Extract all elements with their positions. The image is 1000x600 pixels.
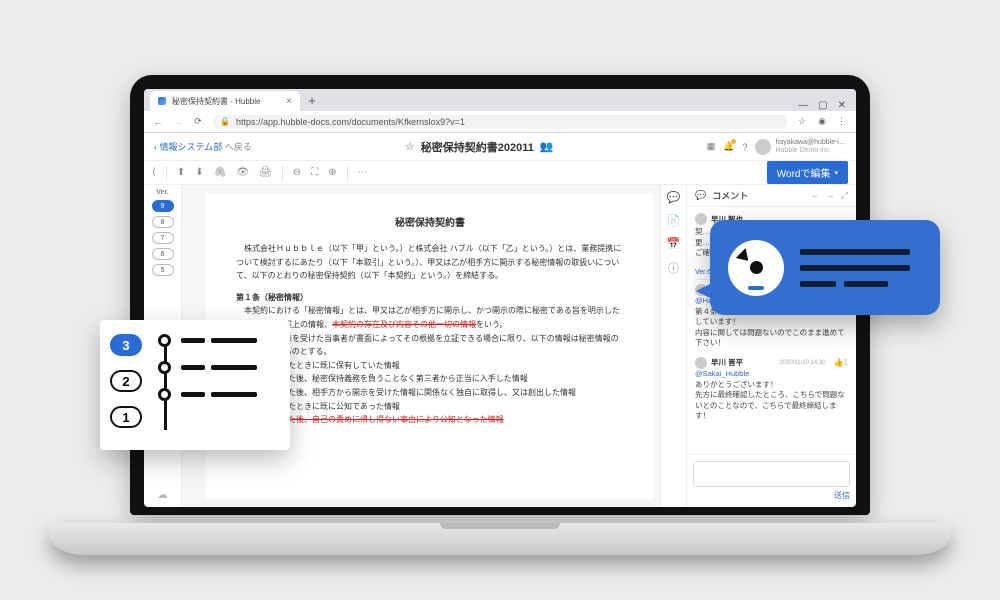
comment-header: 💬 コメント ← → ⤢ (687, 185, 856, 207)
avatar (755, 139, 771, 155)
info-icon[interactable]: ⓘ (668, 260, 679, 276)
browser-tab-bar: 秘密保持契約書 - Hubble × + — ▢ ✕ (144, 89, 856, 111)
like-icon[interactable]: 👍1 (834, 358, 848, 367)
lock-icon: 🔒 (220, 117, 230, 126)
timestamp: 2020/11/10 14:30 (779, 360, 825, 366)
close-window-icon[interactable]: ✕ (838, 100, 846, 111)
user-chip[interactable]: hayakawa@hubble-i… Hubble Demo inc. (755, 139, 846, 155)
laptop-notch (440, 523, 560, 529)
zoom-fit-icon[interactable]: ⛶ (311, 167, 318, 178)
version-pill[interactable]: 6 (152, 248, 174, 260)
bookmark-icon[interactable]: ☆ (796, 116, 808, 127)
comment-item[interactable]: 早川 晋平 2020/11/10 14:30 👍1 @Sakai_Hubble … (695, 357, 848, 422)
comment-body: ありがとうございます！ 先方に最終確認したところ、こちらで問題ないとのことなので… (695, 380, 848, 422)
doc-paragraph: 株式会社Ｈｕｂｂｌｅ（以下「甲」という。）と株式会社 ハブル（以下「乙」という。… (236, 242, 624, 283)
commit-dot-icon (158, 388, 171, 401)
browser-address-bar: ← → ⟳ 🔒 https://app.hubble-docs.com/docu… (144, 111, 856, 133)
print-icon[interactable]: 🖨 (259, 167, 272, 178)
doc-list-item: (5) 開示を受けた後、自己の責めに帰し得ない事由により公知となった情報 (236, 413, 624, 427)
comment-icon: 💬 (695, 190, 706, 201)
doc-paragraph: 本契約における「秘密情報」とは、甲又は乙が相手方に開示し、かつ開示の際に秘密であ… (236, 304, 624, 331)
expand-icon[interactable]: ⤢ (841, 190, 848, 201)
attach-icon[interactable]: 🖇 (214, 167, 227, 178)
doc-toolbar: ⟨ ⬆ ⬇ 🖇 👁 🖨 ⊖ ⛶ ⊕ ⋯ Wordで編集 (144, 161, 856, 185)
maximize-icon[interactable]: ▢ (818, 100, 827, 111)
star-icon[interactable]: ☆ (405, 140, 415, 153)
apps-icon[interactable]: ▦ (707, 141, 716, 152)
overlay-version-pill-active[interactable]: 3 (110, 334, 142, 356)
mention[interactable]: @Sakai_Hubble (695, 369, 848, 378)
help-icon[interactable]: ? (742, 142, 747, 152)
comment-input[interactable] (693, 461, 850, 487)
version-label: Ver. (156, 189, 168, 196)
window-controls: — ▢ ✕ (798, 100, 850, 111)
comment-title: コメント (712, 189, 748, 202)
doc-section-head: 第１条（秘密情報） (236, 291, 624, 305)
doc-list-item: (4) 開示を受けたときに既に公知であった情報 (236, 400, 624, 414)
laptop-mockup: 秘密保持契約書 - Hubble × + — ▢ ✕ ← → ⟳ 🔒 https… (130, 75, 870, 555)
comment-compose: 送信 (687, 454, 856, 507)
minimize-icon[interactable]: — (798, 100, 808, 111)
zoom-in-icon[interactable]: ⊕ (328, 167, 336, 178)
document-title: ☆ 秘密保持契約書202011 👥 (260, 139, 699, 155)
zoom-out-icon[interactable]: ⊖ (293, 167, 301, 178)
commit-dot-icon (158, 334, 171, 347)
app-header: ‹ 情報システム部 へ戻る ☆ 秘密保持契約書202011 👥 ▦ 🔔 ? (144, 133, 856, 161)
doc-list-item: (3) 開示を受けた後、相手方から開示を受けた情報に関係なく独自に取得し、又は創… (236, 386, 624, 400)
version-pill[interactable]: 8 (152, 216, 174, 228)
upload-icon[interactable]: ⬆ (177, 167, 185, 178)
doc-heading: 秘密保持契約書 (236, 215, 624, 232)
overlay-version-card: 3 2 1 (100, 320, 290, 450)
avatar (695, 213, 707, 225)
view-icon[interactable]: 👁 (236, 167, 249, 178)
breadcrumb[interactable]: ‹ 情報システム部 へ戻る (154, 140, 252, 153)
reload-icon[interactable]: ⟳ (192, 116, 204, 127)
bell-icon[interactable]: 🔔 (723, 141, 734, 152)
strikethrough: 本契約の存在及び内容その他一切の情報 (332, 320, 476, 329)
overlay-text-lines (800, 249, 922, 287)
close-tab-icon[interactable]: × (286, 96, 292, 107)
tab-title: 秘密保持契約書 - Hubble (172, 96, 260, 107)
doc-list-item: (1) 開示を受けたときに既に保有していた情報 (236, 359, 624, 373)
url-text: https://app.hubble-docs.com/documents/Kf… (236, 117, 465, 127)
overlay-version-pill[interactable]: 1 (110, 406, 142, 428)
overlay-comment-bubble (710, 220, 940, 315)
browser-menu-icon[interactable]: ⋮ (836, 116, 848, 127)
chat-icon[interactable]: 💬 (667, 191, 681, 204)
share-icon[interactable]: 👥 (540, 140, 554, 153)
next-icon[interactable]: → (826, 190, 835, 201)
nav-back-icon[interactable]: ← (152, 117, 164, 127)
send-button[interactable]: 送信 (693, 490, 850, 501)
nav-forward-icon[interactable]: → (172, 117, 184, 127)
version-pill[interactable]: 7 (152, 232, 174, 244)
header-actions: ▦ 🔔 ? hayakawa@hubble-i… Hubble Demo inc… (707, 139, 846, 155)
doc-list-item: (2) 開示を受けた後、秘密保持義務を負うことなく第三者から正当に入手した情報 (236, 372, 624, 386)
new-tab-button[interactable]: + (304, 91, 320, 111)
doc-icon[interactable]: 📄 (667, 214, 681, 227)
version-pill-active[interactable]: 9 (152, 200, 174, 212)
profile-icon[interactable]: ◉ (816, 116, 828, 127)
edit-in-word-button[interactable]: Wordで編集 (767, 161, 848, 184)
browser-tab[interactable]: 秘密保持契約書 - Hubble × (150, 91, 300, 111)
cloud-icon[interactable]: ☁ (157, 488, 168, 501)
prev-icon[interactable]: ← (811, 190, 820, 201)
collapse-rail-icon[interactable]: ⟨ (152, 167, 156, 178)
more-icon[interactable]: ⋯ (358, 167, 368, 178)
commit-dot-icon (158, 361, 171, 374)
overlay-version-pill[interactable]: 2 (110, 370, 142, 392)
favicon-icon (158, 97, 166, 105)
calendar-icon[interactable]: 📅 (667, 237, 681, 250)
url-field[interactable]: 🔒 https://app.hubble-docs.com/documents/… (212, 115, 788, 129)
download-icon[interactable]: ⬇ (195, 167, 203, 178)
side-tool-rail: 💬 📄 📅 ⓘ (660, 185, 686, 507)
avatar (695, 357, 707, 369)
doc-paragraph: ただし、開示を受けた当事者が書面によってその根拠を立証できる場合に限り、以下の情… (236, 332, 624, 359)
version-pill[interactable]: 5 (152, 264, 174, 276)
overlay-avatar (728, 240, 784, 296)
